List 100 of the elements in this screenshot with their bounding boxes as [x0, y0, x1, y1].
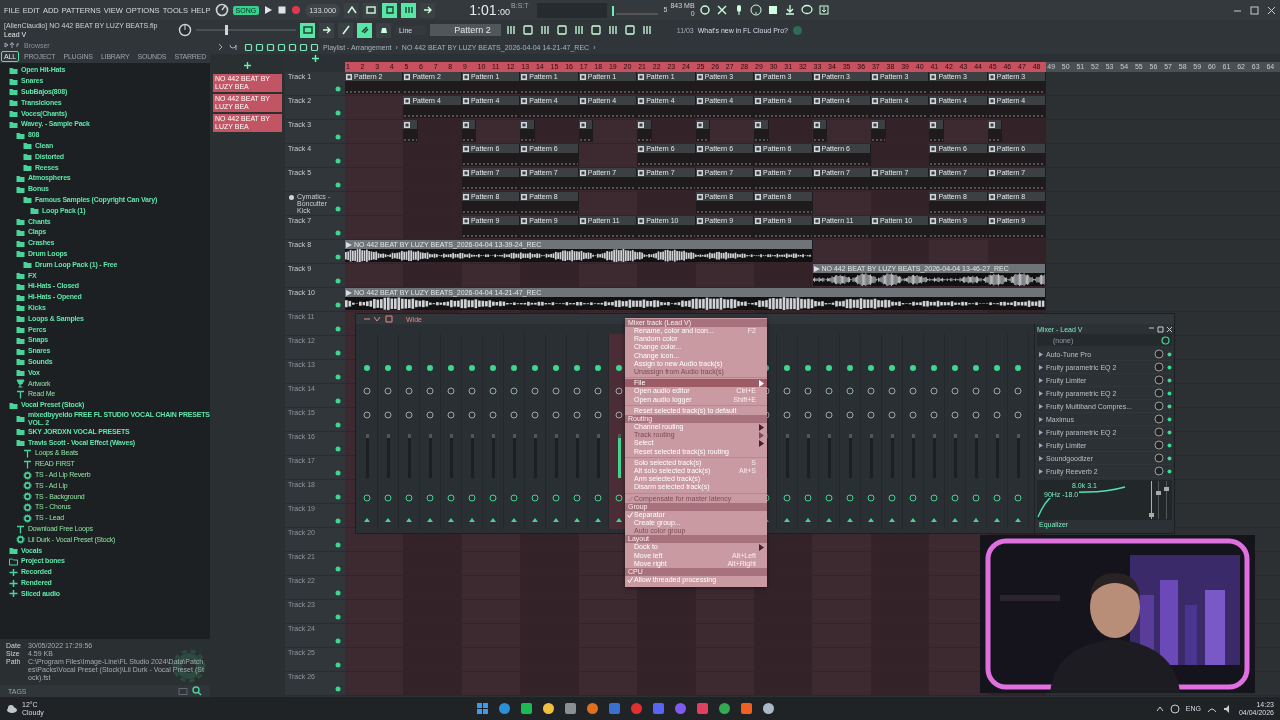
knob-icon[interactable] — [594, 493, 602, 502]
knob-icon[interactable] — [867, 387, 875, 396]
route-arrow-icon[interactable] — [447, 516, 455, 523]
knob-icon[interactable] — [363, 387, 371, 396]
status-dot-icon[interactable] — [335, 86, 341, 92]
pattern-clip[interactable] — [578, 120, 594, 142]
route-arrow-icon[interactable] — [468, 516, 476, 523]
route-arrow-icon[interactable] — [384, 516, 392, 523]
pattern-clip[interactable] — [870, 120, 886, 142]
route-arrow-icon[interactable] — [951, 516, 959, 523]
knob-icon[interactable] — [363, 493, 371, 502]
toggle-button[interactable] — [420, 2, 436, 18]
knob-icon[interactable] — [384, 493, 392, 502]
status-dot-icon[interactable] — [335, 134, 341, 140]
knob-icon[interactable] — [447, 410, 455, 419]
app-square-icon[interactable] — [740, 702, 753, 715]
pattern-clip[interactable] — [929, 120, 944, 142]
knob-icon[interactable] — [384, 410, 392, 419]
enable-dot-icon[interactable] — [1167, 429, 1172, 435]
status-dot-icon[interactable] — [335, 302, 341, 308]
status-dot-icon[interactable] — [335, 398, 341, 404]
app-square-icon[interactable] — [564, 702, 577, 715]
app-square-icon[interactable] — [608, 702, 621, 715]
knob-icon[interactable] — [531, 410, 539, 419]
route-arrow-icon[interactable] — [804, 516, 812, 523]
status-dot-icon[interactable] — [447, 364, 455, 372]
status-dot-icon[interactable] — [615, 364, 623, 372]
route-arrow-icon[interactable] — [594, 516, 602, 523]
maximize-icon[interactable] — [1250, 5, 1259, 15]
knob-icon[interactable] — [447, 493, 455, 502]
save-icon[interactable] — [766, 4, 779, 16]
status-dot-icon[interactable] — [594, 364, 602, 372]
knob-icon[interactable] — [552, 387, 560, 396]
knob-icon[interactable] — [825, 410, 833, 419]
pattern-clip[interactable] — [754, 120, 769, 142]
route-arrow-icon[interactable] — [510, 516, 518, 523]
knob-icon[interactable] — [1014, 387, 1022, 396]
knob-icon[interactable] — [531, 493, 539, 502]
knob-icon[interactable] — [468, 387, 476, 396]
knob-icon[interactable] — [468, 493, 476, 502]
enable-dot-icon[interactable] — [1167, 403, 1172, 409]
knob-icon[interactable] — [930, 493, 938, 502]
knob-icon[interactable] — [993, 493, 1001, 502]
status-dot-icon[interactable] — [335, 374, 341, 380]
knob-icon[interactable] — [993, 410, 1001, 419]
knob-icon[interactable] — [405, 493, 413, 502]
toggle-button[interactable] — [363, 2, 379, 18]
status-dot-icon[interactable] — [468, 364, 476, 372]
route-arrow-icon[interactable] — [846, 516, 854, 523]
knob-icon[interactable] — [573, 410, 581, 419]
help-icon[interactable] — [749, 4, 762, 16]
knob-icon[interactable] — [783, 387, 791, 396]
pitch-slider-thumb[interactable] — [225, 25, 228, 35]
route-arrow-icon[interactable] — [930, 516, 938, 523]
route-arrow-icon[interactable] — [825, 516, 833, 523]
status-dot-icon[interactable] — [335, 638, 341, 644]
pitch-knob-icon[interactable] — [178, 23, 192, 37]
status-dot-icon[interactable] — [510, 364, 518, 372]
knob-icon[interactable] — [993, 387, 1001, 396]
cloud-icon[interactable] — [6, 702, 18, 715]
route-arrow-icon[interactable] — [426, 516, 434, 523]
status-dot-icon[interactable] — [335, 470, 341, 476]
knob-icon[interactable] — [573, 387, 581, 396]
route-arrow-icon[interactable] — [573, 516, 581, 523]
status-dot-icon[interactable] — [335, 182, 341, 188]
status-dot-icon[interactable] — [888, 364, 896, 372]
status-dot-icon[interactable] — [335, 494, 341, 500]
status-dot-icon[interactable] — [335, 566, 341, 572]
knob-icon[interactable] — [846, 410, 854, 419]
status-dot-icon[interactable] — [335, 350, 341, 356]
knob-icon[interactable] — [888, 410, 896, 419]
search-icon[interactable] — [192, 686, 202, 696]
status-dot-icon[interactable] — [783, 364, 791, 372]
knob-icon[interactable] — [825, 387, 833, 396]
status-dot-icon[interactable] — [335, 110, 341, 116]
route-arrow-icon[interactable] — [888, 516, 896, 523]
knob-icon[interactable] — [930, 387, 938, 396]
toggle-button[interactable] — [344, 2, 360, 18]
knob-icon[interactable] — [510, 493, 518, 502]
status-dot-icon[interactable] — [951, 364, 959, 372]
route-arrow-icon[interactable] — [363, 516, 371, 523]
status-dot-icon[interactable] — [335, 326, 341, 332]
knob-icon[interactable] — [867, 410, 875, 419]
status-dot-icon[interactable] — [335, 686, 341, 692]
knob-icon[interactable] — [972, 410, 980, 419]
route-arrow-icon[interactable] — [783, 516, 791, 523]
status-dot-icon[interactable] — [825, 364, 833, 372]
toggle-button[interactable] — [376, 22, 391, 38]
status-dot-icon[interactable] — [930, 364, 938, 372]
navigation-icon[interactable] — [4, 41, 20, 49]
status-dot-icon[interactable] — [426, 364, 434, 372]
knob-icon[interactable] — [426, 493, 434, 502]
knob-icon[interactable] — [426, 410, 434, 419]
status-dot-icon[interactable] — [993, 364, 1001, 372]
knob-icon[interactable] — [468, 410, 476, 419]
pattern-clip[interactable] — [812, 120, 828, 142]
volume-knob-icon[interactable] — [214, 3, 229, 17]
knob-icon[interactable] — [405, 387, 413, 396]
pattern-clip[interactable] — [403, 120, 419, 142]
plus-icon[interactable] — [310, 54, 320, 63]
